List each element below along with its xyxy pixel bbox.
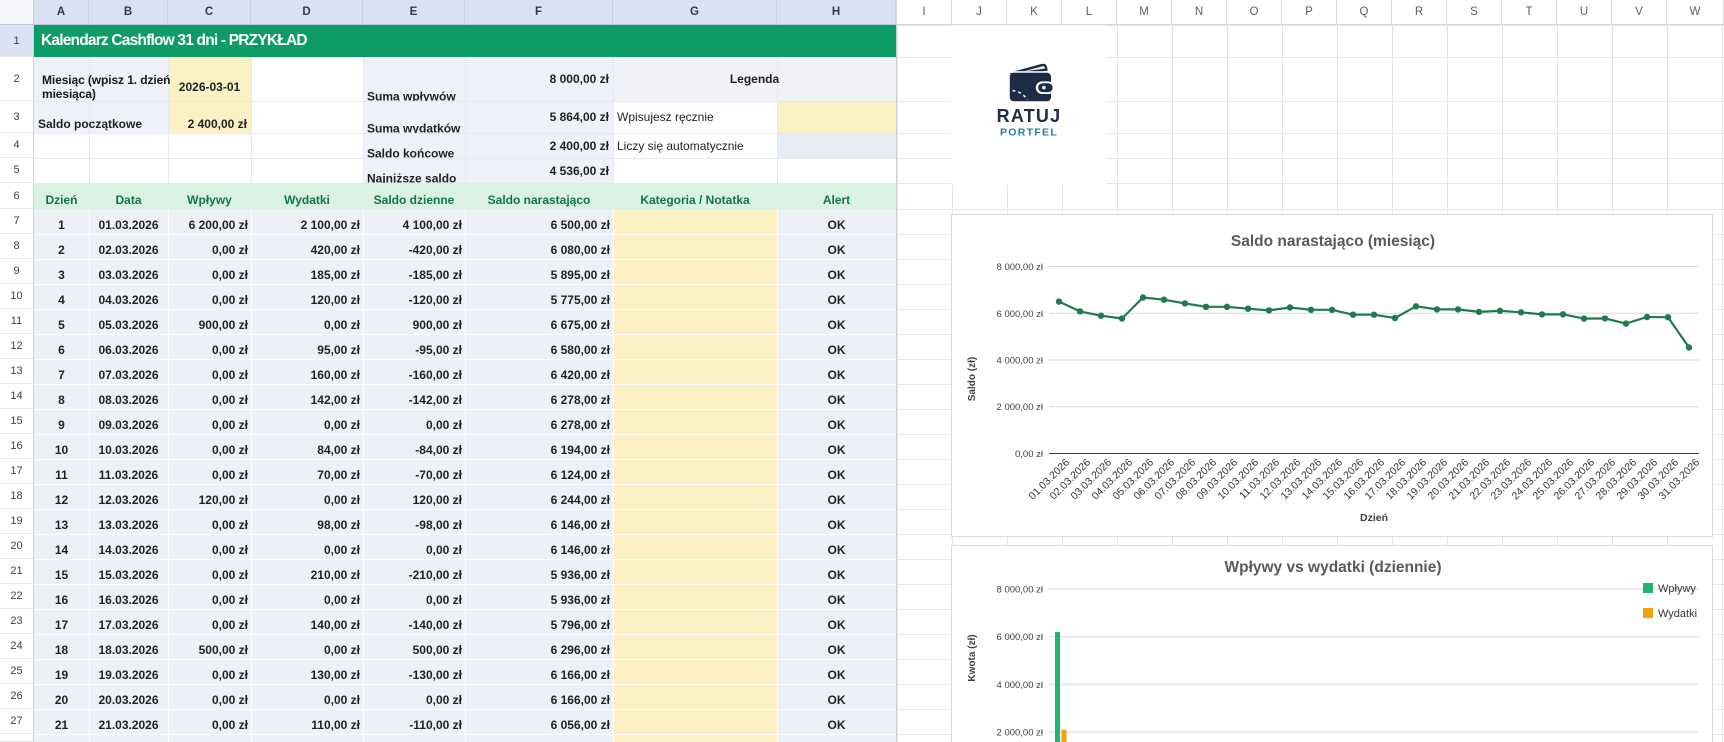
svg-text:Dzień: Dzień [1360,512,1388,524]
svg-text:RATUJ: RATUJ [997,106,1062,126]
svg-text:Wpływy: Wpływy [1658,583,1696,595]
svg-text:4 000,00 zł: 4 000,00 zł [997,680,1044,691]
svg-text:4 000,00 zł: 4 000,00 zł [997,356,1044,367]
svg-text:8 000,00 zł: 8 000,00 zł [997,585,1044,596]
svg-text:Saldo (zł): Saldo (zł) [967,357,978,401]
svg-text:Kwota (zł): Kwota (zł) [967,634,978,681]
svg-text:6 000,00 zł: 6 000,00 zł [997,309,1044,320]
svg-text:Wydatki: Wydatki [1658,608,1697,620]
svg-text:2 000,00 zł: 2 000,00 zł [997,728,1044,739]
svg-text:PORTFEL: PORTFEL [1000,127,1058,139]
svg-text:8 000,00 zł: 8 000,00 zł [997,262,1044,273]
svg-text:2 000,00 zł: 2 000,00 zł [997,402,1044,413]
svg-text:Wpływy vs wydatki (dziennie): Wpływy vs wydatki (dziennie) [1224,559,1441,576]
svg-text:0,00 zł: 0,00 zł [1015,449,1044,460]
svg-text:Saldo narastająco (miesiąc): Saldo narastająco (miesiąc) [1231,233,1435,250]
svg-text:6 000,00 zł: 6 000,00 zł [997,632,1044,643]
